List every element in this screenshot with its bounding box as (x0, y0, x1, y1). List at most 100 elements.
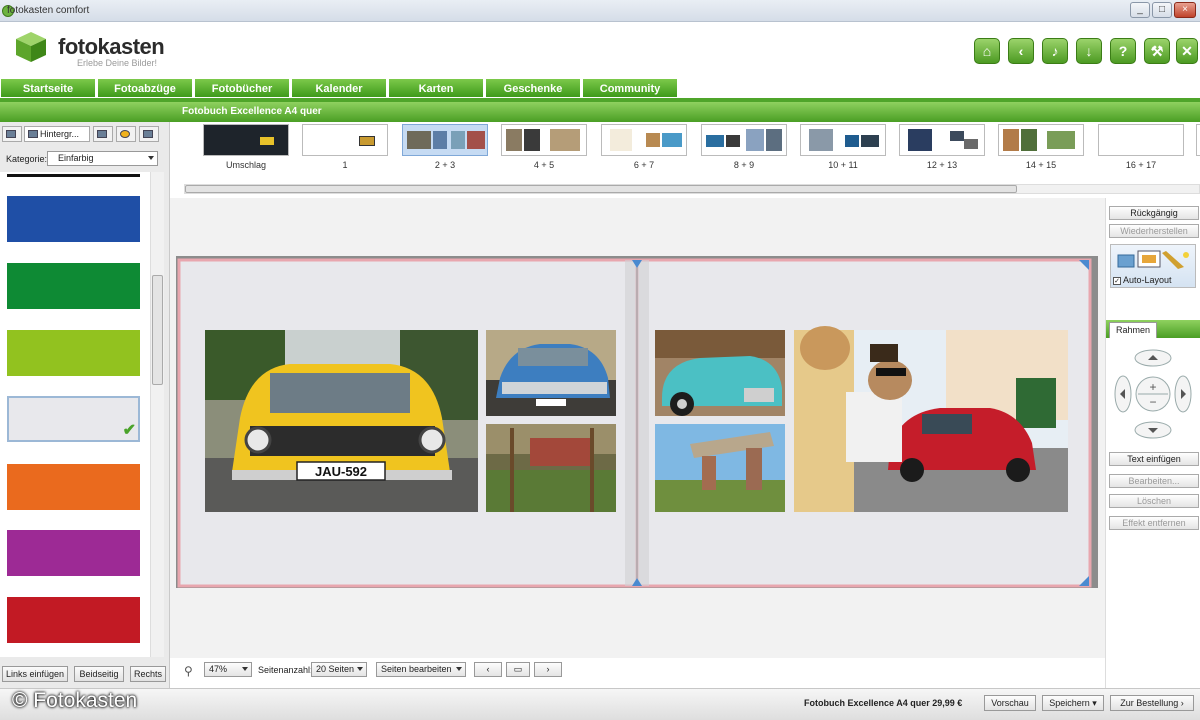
page-thumb-8-9[interactable] (701, 124, 787, 156)
minimize-button[interactable]: _ (1130, 2, 1150, 18)
color-swatch-green[interactable] (7, 263, 140, 309)
color-swatch-lime[interactable] (7, 330, 140, 376)
color-swatch-red[interactable] (7, 597, 140, 643)
clipart-tab-icon[interactable] (116, 126, 136, 142)
order-button[interactable]: Zur Bestellung › (1110, 695, 1194, 711)
photos-tab-icon[interactable] (2, 126, 22, 142)
remove-effect-button[interactable]: Effekt entfernen (1109, 516, 1199, 530)
page-label: 12 + 13 (926, 160, 958, 170)
home-icon[interactable]: ⌂ (974, 38, 1000, 64)
music-icon[interactable]: ♪ (1042, 38, 1068, 64)
delete-button[interactable]: Löschen (1109, 494, 1199, 508)
tab-kalender[interactable]: Kalender (291, 78, 387, 98)
auto-layout-checkbox[interactable]: ✓ Auto-Layout (1113, 275, 1172, 285)
background-icon (28, 130, 38, 138)
tab-fotobuecher[interactable]: Fotobücher (194, 78, 290, 98)
zoom-select[interactable]: 47% (204, 662, 252, 677)
page-label: 16 + 17 (1125, 160, 1157, 170)
page-thumb-cover[interactable] (203, 124, 289, 156)
insert-text-button[interactable]: Text einfügen (1109, 452, 1199, 466)
left-panel-tabs: Hintergr... (0, 124, 170, 144)
undo-button[interactable]: Rückgängig (1109, 206, 1199, 220)
zoom-in-icon: + (1149, 380, 1156, 394)
category-select[interactable]: Einfarbig (47, 151, 158, 166)
checkbox-checked-icon: ✓ (1113, 276, 1121, 285)
photo-yellow-car[interactable]: JAU-592 (205, 330, 478, 512)
main-nav: Startseite Fotoabzüge Fotobücher Kalende… (0, 78, 1200, 100)
page-label: 8 + 9 (733, 160, 755, 170)
zoom-out-icon: − (1149, 395, 1156, 409)
tab-community[interactable]: Community (582, 78, 678, 98)
redo-button[interactable]: Wiederherstellen (1109, 224, 1199, 238)
tab-rahmen[interactable]: Rahmen (1109, 322, 1157, 338)
layout-tab-icon[interactable] (93, 126, 113, 142)
page-canvas: JAU-592 (170, 198, 1105, 720)
page-thumb-2-3[interactable] (402, 124, 488, 156)
tools-icon[interactable]: ⚒ (1144, 38, 1170, 64)
photo-rusty-car[interactable] (486, 424, 616, 512)
zoom-value: 47% (209, 664, 228, 674)
checkmark-icon: ✔ (122, 422, 136, 439)
back-icon[interactable]: ‹ (1008, 38, 1034, 64)
tab-geschenke[interactable]: Geschenke (485, 78, 581, 98)
maximize-button[interactable]: □ (1152, 2, 1172, 18)
brand-name: fotokasten (58, 34, 165, 59)
scrollbar-thumb[interactable] (185, 185, 1017, 193)
page-count-select[interactable]: 20 Seiten (311, 662, 367, 677)
edit-button[interactable]: Bearbeiten... (1109, 474, 1199, 488)
help-icon[interactable]: ? (1110, 38, 1136, 64)
photo-couple-red-car[interactable] (794, 326, 1068, 512)
tab-karten[interactable]: Karten (388, 78, 484, 98)
tab-startseite[interactable]: Startseite (0, 78, 96, 98)
page-thumb-1[interactable] (302, 124, 388, 156)
page-count-value: 20 Seiten (316, 664, 355, 674)
color-swatch-purple[interactable] (7, 530, 140, 576)
insert-left-button[interactable]: Links einfügen (2, 666, 68, 682)
photo-blue-car[interactable] (486, 330, 616, 416)
app-header: fotokasten Erlebe Deine Bilder! ⌂ ‹ ♪ ↓ … (0, 22, 1200, 78)
page-thumb-6-7[interactable] (601, 124, 687, 156)
price-label: Fotobuch Excellence A4 quer 29,99 € (804, 698, 963, 708)
scrollbar-thumb[interactable] (152, 275, 163, 385)
thumbnail-scrollbar[interactable] (184, 184, 1200, 194)
page-thumb-partial (1196, 124, 1200, 156)
left-panel-header (0, 102, 170, 122)
auto-layout-panel[interactable]: ✓ Auto-Layout (1110, 244, 1196, 288)
window-close-button[interactable]: × (1174, 2, 1196, 18)
close-icon[interactable]: ✕ (1176, 38, 1198, 64)
page-thumb-10-11[interactable] (800, 124, 886, 156)
tab-background-label: Hintergr... (40, 129, 80, 139)
category-label: Kategorie: (6, 154, 48, 164)
editor-area: Fotobuch Excellence A4 quer Umschlag 1 2… (170, 102, 1200, 720)
order-label: Zur Bestellung (1120, 698, 1179, 708)
edit-pages-select[interactable]: Seiten bearbeiten (376, 662, 466, 677)
color-swatch-blue[interactable] (7, 196, 140, 242)
save-label: Speichern (1049, 698, 1090, 708)
tab-fotoabzuege[interactable]: Fotoabzüge (97, 78, 193, 98)
page-thumb-12-13[interactable] (899, 124, 985, 156)
page-label: Umschlag (225, 160, 266, 170)
photo-dolmen[interactable] (655, 424, 785, 512)
both-sides-button[interactable]: Beidseitig (74, 666, 124, 682)
brand-tagline: Erlebe Deine Bilder! (77, 58, 158, 68)
download-icon[interactable]: ↓ (1076, 38, 1102, 64)
preview-button[interactable]: Vorschau (984, 695, 1036, 711)
photo-turquoise-car[interactable] (655, 330, 785, 416)
tab-background[interactable]: Hintergr... (24, 126, 90, 142)
window-titlebar: fotokasten comfort _ □ × (0, 0, 1200, 22)
insert-right-button[interactable]: Rechts (130, 666, 166, 682)
text-tab-icon[interactable] (139, 126, 159, 142)
page-label: 2 + 3 (434, 160, 456, 170)
color-swatch-orange[interactable] (7, 464, 140, 510)
page-thumb-4-5[interactable] (501, 124, 587, 156)
page-label: 4 + 5 (533, 160, 555, 170)
page-thumb-14-15[interactable] (998, 124, 1084, 156)
open-book-icon[interactable]: ▭ (506, 662, 530, 677)
swatch-scrollbar[interactable] (150, 172, 164, 657)
window-title: fotokasten comfort (7, 5, 90, 16)
save-button[interactable]: Speichern ▾ (1042, 695, 1104, 711)
page-thumb-16-17[interactable] (1098, 124, 1184, 156)
color-swatch-lightgray[interactable]: ✔ (7, 396, 140, 442)
previous-page-button[interactable]: ‹ (474, 662, 502, 677)
next-page-button[interactable]: › (534, 662, 562, 677)
